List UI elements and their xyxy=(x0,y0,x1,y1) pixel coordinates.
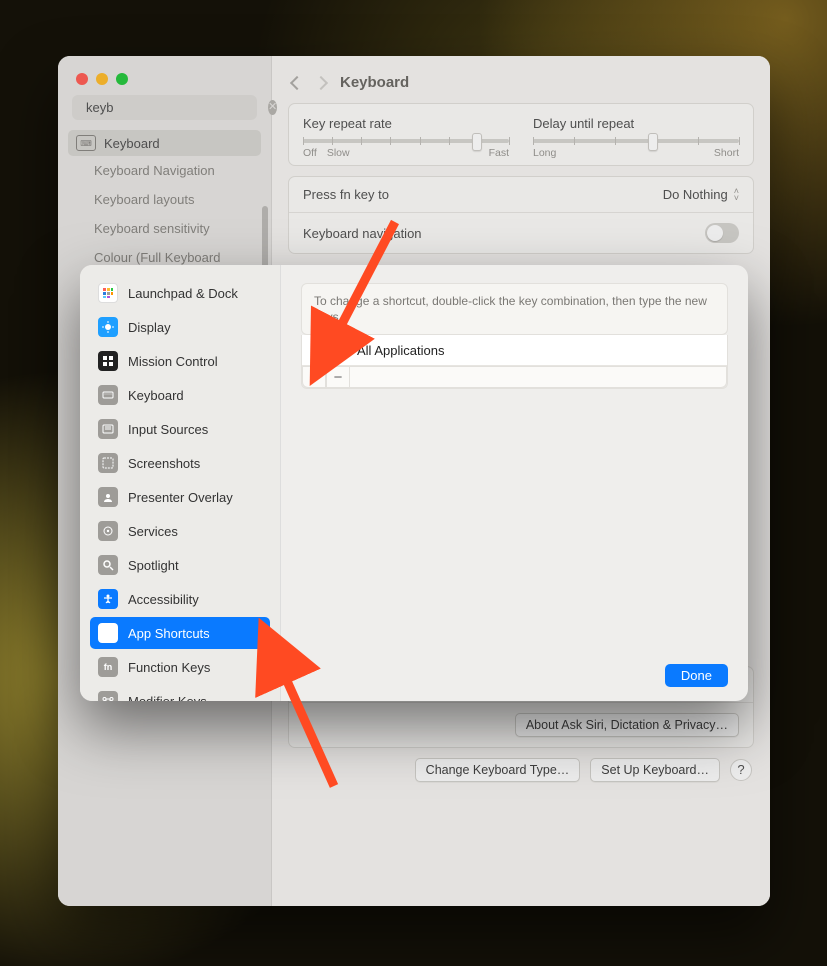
page-title: Keyboard xyxy=(340,74,409,91)
repeat-panel: Key repeat rate Off Slow Fast xyxy=(288,103,754,166)
category-label: Accessibility xyxy=(128,593,199,606)
category-mission[interactable]: Mission Control xyxy=(90,345,270,377)
keyboard2-icon xyxy=(98,385,118,405)
done-button[interactable]: Done xyxy=(665,664,728,687)
category-label: Launchpad & Dock xyxy=(128,287,238,300)
minimize-window-icon[interactable] xyxy=(96,73,108,85)
category-input[interactable]: Input Sources xyxy=(90,413,270,445)
keyboard-icon: ⌨ xyxy=(76,135,96,151)
slider-end-fast: Fast xyxy=(489,147,509,159)
setup-keyboard-button[interactable]: Set Up Keyboard… xyxy=(590,758,720,782)
slider-end-slow: Slow xyxy=(327,147,350,159)
category-label: Display xyxy=(128,321,171,334)
fn-icon: fn xyxy=(98,657,118,677)
delay-repeat-label: Delay until repeat xyxy=(533,116,739,131)
category-label: Mission Control xyxy=(128,355,218,368)
slider-end-short: Short xyxy=(714,147,739,159)
access-icon xyxy=(98,589,118,609)
row-label: All Applications xyxy=(357,343,444,358)
clear-search-icon[interactable]: ✕ xyxy=(268,100,277,115)
zoom-window-icon[interactable] xyxy=(116,73,128,85)
category-launchpad[interactable]: Launchpad & Dock xyxy=(90,277,270,309)
shortcuts-table: All Applications + − xyxy=(301,335,728,389)
delay-repeat-slider[interactable] xyxy=(533,139,739,143)
presenter-icon xyxy=(98,487,118,507)
category-services[interactable]: Services xyxy=(90,515,270,547)
fn-row[interactable]: Press fn key to Do Nothing ˄˅ xyxy=(289,177,753,212)
help-button[interactable]: ? xyxy=(730,759,752,781)
category-label: Input Sources xyxy=(128,423,208,436)
remove-shortcut-button[interactable]: − xyxy=(326,366,350,388)
shortcuts-row-all-applications[interactable]: All Applications xyxy=(302,335,727,366)
key-repeat-slider[interactable] xyxy=(303,139,509,143)
category-spotlight[interactable]: Spotlight xyxy=(90,549,270,581)
sidebar-subitem[interactable]: Keyboard sensitivity xyxy=(94,214,261,243)
category-keyboard2[interactable]: Keyboard xyxy=(90,379,270,411)
category-label: Function Keys xyxy=(128,661,210,674)
services-icon xyxy=(98,521,118,541)
category-screens[interactable]: Screenshots xyxy=(90,447,270,479)
launchpad-icon xyxy=(98,283,118,303)
category-label: Modifier Keys xyxy=(128,695,207,702)
sheet-category-list: Launchpad & Dock Display Mission Control Ke… xyxy=(80,265,281,701)
category-label: Spotlight xyxy=(128,559,179,572)
shortcuts-hint: To change a shortcut, double-click the k… xyxy=(301,283,728,335)
mod-icon xyxy=(98,691,118,701)
category-access[interactable]: Accessibility xyxy=(90,583,270,615)
category-label: Presenter Overlay xyxy=(128,491,233,504)
display-icon xyxy=(98,317,118,337)
close-window-icon[interactable] xyxy=(76,73,88,85)
apps-icon xyxy=(98,623,118,643)
nav-forward-icon[interactable] xyxy=(314,75,328,89)
keyboard-navigation-row: Keyboard navigation xyxy=(289,212,753,253)
change-keyboard-type-button[interactable]: Change Keyboard Type… xyxy=(415,758,581,782)
fn-value: Do Nothing xyxy=(663,187,728,202)
input-icon xyxy=(98,419,118,439)
main-header: Keyboard xyxy=(272,56,770,103)
delay-repeat-section: Delay until repeat Long Short xyxy=(533,116,739,159)
sidebar-subitem[interactable]: Keyboard Navigation xyxy=(94,156,261,185)
category-mod[interactable]: Modifier Keys xyxy=(90,685,270,701)
category-label: App Shortcuts xyxy=(128,627,210,640)
keyboard-navigation-label: Keyboard navigation xyxy=(303,226,422,241)
key-repeat-section: Key repeat rate Off Slow Fast xyxy=(303,116,509,159)
about-siri-button[interactable]: About Ask Siri, Dictation & Privacy… xyxy=(515,713,739,737)
traffic-lights xyxy=(58,56,271,95)
category-apps[interactable]: App Shortcuts xyxy=(90,617,270,649)
search-field[interactable]: ✕ xyxy=(72,95,257,120)
sidebar-item-label: Keyboard xyxy=(104,136,160,151)
disclosure-chevron-icon[interactable] xyxy=(311,345,321,355)
slider-end-long: Long xyxy=(533,147,556,159)
category-label: Services xyxy=(128,525,178,538)
sidebar-subitem[interactable]: Keyboard layouts xyxy=(94,185,261,214)
keyboard-navigation-toggle[interactable] xyxy=(705,223,739,243)
category-label: Keyboard xyxy=(128,389,184,402)
fn-label: Press fn key to xyxy=(303,187,389,202)
category-label: Screenshots xyxy=(128,457,200,470)
spotlight-icon xyxy=(98,555,118,575)
mission-icon xyxy=(98,351,118,371)
category-presenter[interactable]: Presenter Overlay xyxy=(90,481,270,513)
search-input[interactable] xyxy=(86,100,262,115)
add-shortcut-button[interactable]: + xyxy=(302,366,326,388)
category-display[interactable]: Display xyxy=(90,311,270,343)
sidebar-item-keyboard[interactable]: ⌨ Keyboard xyxy=(68,130,261,156)
app-icon xyxy=(329,341,347,359)
screens-icon xyxy=(98,453,118,473)
chevron-updown-icon: ˄˅ xyxy=(734,188,739,202)
category-fn[interactable]: fn Function Keys xyxy=(90,651,270,683)
nav-back-icon[interactable] xyxy=(290,75,304,89)
shortcuts-sheet: Launchpad & Dock Display Mission Control Ke… xyxy=(80,265,748,701)
key-repeat-label: Key repeat rate xyxy=(303,116,509,131)
slider-end-off: Off xyxy=(303,147,317,159)
